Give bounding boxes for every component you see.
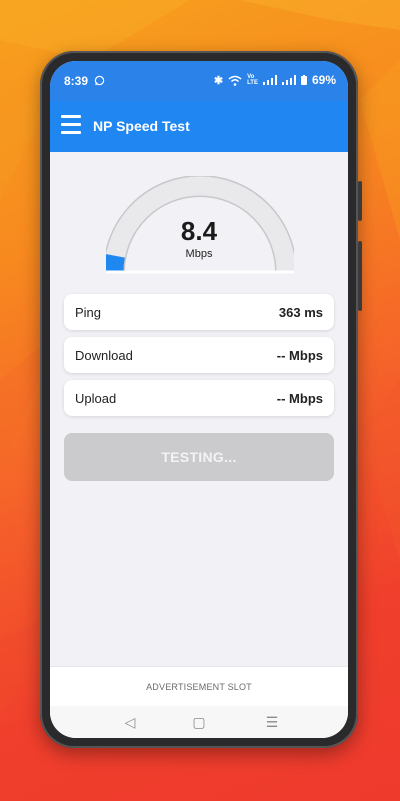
gauge-unit: Mbps xyxy=(185,248,213,260)
signal-icon xyxy=(262,75,277,85)
signal-icon xyxy=(281,75,296,85)
gauge-value: 8.4 xyxy=(180,216,218,246)
metric-label: Ping xyxy=(75,305,102,320)
metric-card-ping: Ping 363 ms xyxy=(64,294,334,330)
phone-side-button xyxy=(358,181,362,221)
metric-label: Download xyxy=(75,348,133,363)
metric-value: -- Mbps xyxy=(276,348,323,363)
wifi-icon xyxy=(228,75,242,86)
status-bar: 8:39 ✱ Vo LTE 69% xyxy=(50,61,348,101)
whatsapp-icon xyxy=(94,75,105,86)
nav-recents-icon[interactable]: ☰ xyxy=(262,712,282,732)
app-title: NP Speed Test xyxy=(93,118,190,134)
metric-card-download: Download -- Mbps xyxy=(64,337,334,373)
metric-value: 363 ms xyxy=(278,305,323,320)
nav-back-icon[interactable]: ◁ xyxy=(120,712,140,732)
volte-icon: Vo LTE xyxy=(247,74,258,86)
metric-label: Upload xyxy=(75,391,117,406)
app-bar: NP Speed Test xyxy=(50,101,348,152)
metric-card-upload: Upload -- Mbps xyxy=(64,380,334,416)
phone-frame: 8:39 ✱ Vo LTE 69% NP Speed Test 8.4 Mbps… xyxy=(40,51,362,748)
status-icons: ✱ Vo LTE 69% xyxy=(214,73,336,87)
testing-button[interactable]: TESTING... xyxy=(64,433,334,481)
nav-home-icon[interactable]: ▢ xyxy=(189,712,209,732)
hamburger-menu-icon[interactable] xyxy=(61,115,81,135)
battery-percent: 69% xyxy=(311,73,336,87)
phone-side-button xyxy=(358,241,362,311)
bluetooth-icon: ✱ xyxy=(213,74,224,87)
metric-value: -- Mbps xyxy=(276,391,323,406)
battery-icon xyxy=(300,75,307,85)
advertisement-slot[interactable]: ADVERTISEMENT SLOT xyxy=(50,666,348,707)
system-nav-bar: ◁ ▢ ☰ xyxy=(50,706,348,738)
phone-screen: 8:39 ✱ Vo LTE 69% NP Speed Test 8.4 Mbps… xyxy=(50,61,348,738)
status-time: 8:39 xyxy=(64,74,89,88)
